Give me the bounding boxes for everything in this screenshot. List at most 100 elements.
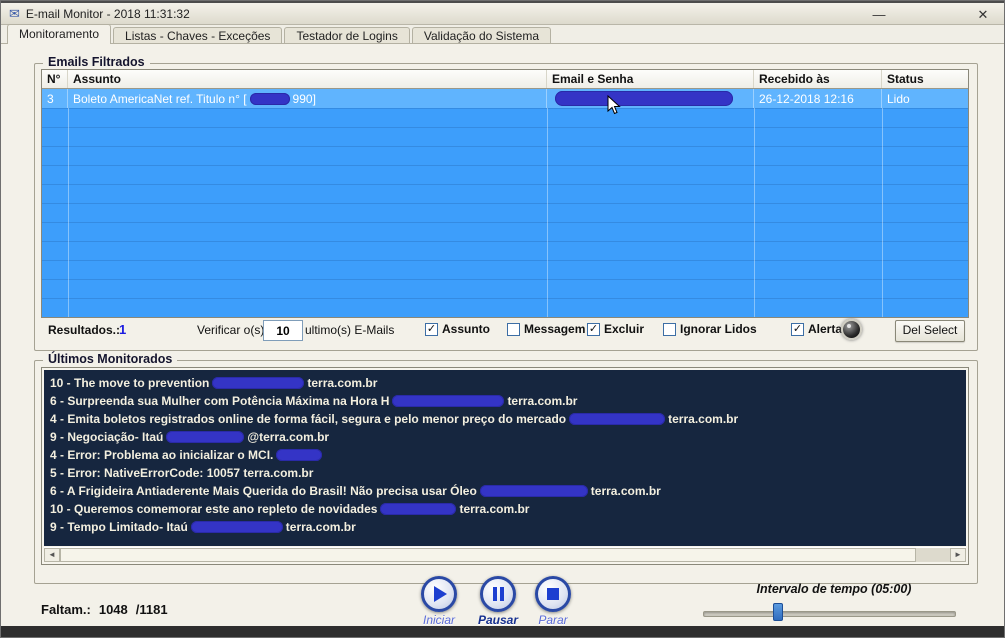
redaction-blob	[380, 503, 456, 515]
tab-monitoramento[interactable]: Monitoramento	[7, 24, 111, 44]
checkbox-messagem[interactable]: Messagem	[507, 322, 585, 336]
iniciar-button[interactable]: Iniciar	[410, 576, 468, 627]
cell-status: Lido	[882, 89, 968, 108]
verificar-count-input[interactable]	[263, 320, 303, 341]
column-header-assunto[interactable]: Assunto	[68, 70, 547, 88]
emails-table[interactable]: N° Assunto Email e Senha Recebido às Sta…	[41, 69, 969, 318]
redaction-blob	[191, 521, 283, 533]
verificar-label: Verificar o(s)	[197, 323, 264, 337]
line-text: @terra.com.br	[247, 430, 329, 444]
line-text: terra.com.br	[307, 376, 377, 390]
group-ultimos-monitorados: Últimos Monitorados 10 - The move to pre…	[34, 360, 978, 584]
checkbox-excluir[interactable]: ✓ Excluir	[587, 322, 644, 336]
monitored-listbox[interactable]: 10 - The move to prevention terra.com.br…	[41, 367, 969, 565]
titlebar[interactable]: ✉ E-mail Monitor - 2018 11:31:32 — ✕	[1, 1, 1004, 25]
monitored-line[interactable]: 5 - Error: NativeErrorCode: 10057 terra.…	[44, 464, 966, 482]
main-panel: Emails Filtrados N° Assunto Email e Senh…	[1, 43, 1004, 626]
checkbox-box	[663, 323, 676, 336]
pausar-label: Pausar	[469, 613, 527, 627]
tab-bar: Monitoramento Listas - Chaves - Exceções…	[1, 25, 1004, 44]
faltam-total: /1181	[136, 602, 168, 617]
cell-num: 3	[42, 89, 68, 108]
controls-row: Resultados.: 1 Verificar o(s) ultimo(s) …	[35, 319, 977, 345]
slider-thumb[interactable]	[773, 603, 783, 621]
monitored-line[interactable]: 9 - Tempo Limitado- Itaú terra.com.br	[44, 518, 966, 536]
monitored-line[interactable]: 10 - The move to prevention terra.com.br	[44, 374, 966, 392]
checkbox-box	[507, 323, 520, 336]
iniciar-label: Iniciar	[410, 613, 468, 627]
subject-text: Boleto AmericaNet ref. Titulo n° [	[73, 92, 247, 106]
line-text: terra.com.br	[591, 484, 661, 498]
tab-validacao-do-sistema[interactable]: Validação do Sistema	[412, 27, 551, 44]
faltam-counter: Faltam.:1048/1181	[41, 602, 176, 617]
email-app-icon: ✉	[9, 6, 20, 22]
minimize-button[interactable]: —	[864, 5, 894, 24]
checkbox-box: ✓	[425, 323, 438, 336]
tab-testador-de-logins[interactable]: Testador de Logins	[284, 27, 409, 44]
checkbox-assunto[interactable]: ✓ Assunto	[425, 322, 490, 336]
monitored-line[interactable]: 4 - Error: Problema ao inicializar o MCI…	[44, 446, 966, 464]
scroll-left-arrow[interactable]: ◄	[44, 548, 60, 562]
checkbox-label: Ignorar Lidos	[680, 322, 757, 336]
checkbox-ignorar-lidos[interactable]: Ignorar Lidos	[663, 322, 757, 336]
resultados-label: Resultados.:	[48, 323, 120, 337]
line-text: terra.com.br	[507, 394, 577, 408]
interval-label: Intervalo de tempo (05:00)	[701, 582, 967, 596]
stop-icon[interactable]	[535, 576, 571, 612]
checkbox-alerta[interactable]: ✓ Alerta	[791, 322, 842, 336]
table-row-selected[interactable]: 3 Boleto AmericaNet ref. Titulo n° [ 990…	[42, 89, 968, 108]
line-text: terra.com.br	[286, 520, 356, 534]
monitored-list[interactable]: 10 - The move to prevention terra.com.br…	[44, 370, 966, 546]
close-button[interactable]: ✕	[968, 5, 998, 24]
cell-email-senha	[547, 89, 754, 108]
del-select-button[interactable]: Del Select	[895, 320, 965, 342]
monitored-line[interactable]: 4 - Emita boletos registrados online de …	[44, 410, 966, 428]
group-title: Emails Filtrados	[43, 55, 150, 69]
monitored-line[interactable]: 6 - A Frigideira Antiaderente Mais Queri…	[44, 482, 966, 500]
scrollbar-thumb[interactable]	[60, 548, 916, 562]
group-title: Últimos Monitorados	[43, 352, 177, 366]
parar-label: Parar	[524, 613, 582, 627]
redaction-blob	[276, 449, 322, 461]
column-divider	[754, 89, 755, 317]
monitored-line[interactable]: 10 - Queremos comemorar este ano repleto…	[44, 500, 966, 518]
checkbox-box: ✓	[587, 323, 600, 336]
group-emails-filtrados: Emails Filtrados N° Assunto Email e Senh…	[34, 63, 978, 351]
table-body[interactable]: 3 Boleto AmericaNet ref. Titulo n° [ 990…	[42, 89, 968, 317]
line-text: 9 - Negociação- Itaú	[50, 430, 163, 444]
column-header-recebido[interactable]: Recebido às	[754, 70, 882, 88]
bottom-strip	[1, 626, 1004, 637]
line-text: terra.com.br	[459, 502, 529, 516]
line-text: terra.com.br	[668, 412, 738, 426]
monitored-line[interactable]: 9 - Negociação- Itaú @terra.com.br	[44, 428, 966, 446]
column-header-email-senha[interactable]: Email e Senha	[547, 70, 754, 88]
pausar-button[interactable]: Pausar	[469, 576, 527, 627]
horizontal-scrollbar[interactable]: ◄ ►	[44, 547, 966, 562]
tab-listas-chaves-excecoes[interactable]: Listas - Chaves - Exceções	[113, 27, 282, 44]
interval-slider[interactable]	[703, 602, 956, 622]
monitored-line[interactable]: 6 - Surpreenda sua Mulher com Potência M…	[44, 392, 966, 410]
checkbox-label: Alerta	[808, 322, 842, 336]
line-text: 10 - Queremos comemorar este ano repleto…	[50, 502, 377, 516]
column-divider	[882, 89, 883, 317]
parar-button[interactable]: Parar	[524, 576, 582, 627]
app-window: ✉ E-mail Monitor - 2018 11:31:32 — ✕ Mon…	[0, 0, 1005, 638]
line-text: 5 - Error: NativeErrorCode: 10057 terra.…	[50, 466, 313, 480]
checkbox-label: Messagem	[524, 322, 585, 336]
window-title: E-mail Monitor - 2018 11:31:32	[26, 7, 190, 21]
scroll-right-arrow[interactable]: ►	[950, 548, 966, 562]
redaction-blob	[166, 431, 244, 443]
line-text: 6 - A Frigideira Antiaderente Mais Queri…	[50, 484, 477, 498]
play-icon[interactable]	[421, 576, 457, 612]
scrollbar-track[interactable]	[916, 548, 950, 562]
resultados-value: 1	[119, 322, 126, 337]
mouse-cursor	[607, 95, 621, 120]
pause-icon[interactable]	[480, 576, 516, 612]
checkbox-label: Assunto	[442, 322, 490, 336]
line-text: 4 - Error: Problema ao inicializar o MCI…	[50, 448, 273, 462]
alerta-led-button[interactable]	[841, 319, 862, 340]
cell-assunto: Boleto AmericaNet ref. Titulo n° [ 990]	[68, 89, 547, 108]
column-header-status[interactable]: Status	[882, 70, 968, 88]
slider-track[interactable]	[703, 611, 956, 617]
column-header-num[interactable]: N°	[42, 70, 68, 88]
